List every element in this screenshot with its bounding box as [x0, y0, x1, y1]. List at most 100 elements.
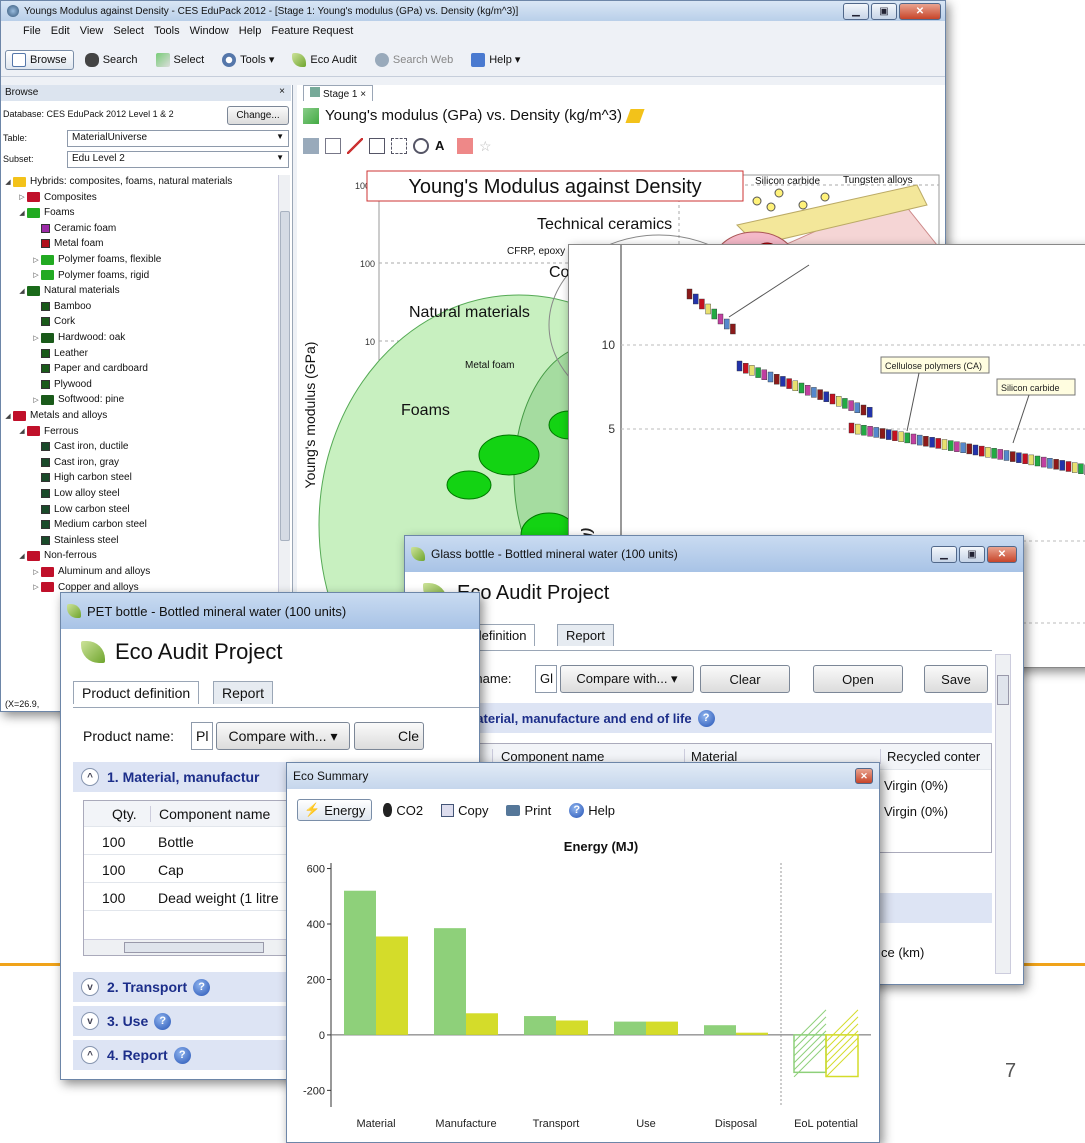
- component-name-cell[interactable]: Bottle: [150, 834, 194, 850]
- eco-audit-button[interactable]: Eco Audit: [285, 50, 363, 70]
- collapsed-arrow-icon[interactable]: ▷: [31, 568, 41, 576]
- expand-icon[interactable]: v: [81, 1012, 99, 1030]
- help-icon[interactable]: ?: [697, 709, 715, 727]
- collapsed-arrow-icon[interactable]: ▷: [31, 271, 41, 279]
- zoom-icon[interactable]: [413, 138, 429, 154]
- collapsed-arrow-icon[interactable]: ▷: [17, 193, 27, 201]
- search-button[interactable]: Search: [78, 50, 145, 70]
- co2-button[interactable]: CO2: [376, 800, 430, 821]
- tree-item[interactable]: Plywood: [3, 378, 92, 391]
- open-button[interactable]: Open: [813, 665, 903, 693]
- tree-item[interactable]: Low alloy steel: [3, 487, 120, 500]
- product-name-input[interactable]: Gl: [535, 665, 557, 693]
- tree-item[interactable]: Cork: [3, 315, 75, 328]
- search-web-button[interactable]: Search Web: [368, 50, 460, 70]
- qty-cell[interactable]: 100: [84, 834, 150, 850]
- clear-button[interactable]: Clear: [700, 665, 790, 693]
- expanded-arrow-icon[interactable]: ◢: [17, 209, 27, 217]
- expanded-arrow-icon[interactable]: ◢: [17, 287, 27, 295]
- pet-compare-with-dropdown[interactable]: Compare with... ▾: [216, 722, 350, 750]
- tree-item[interactable]: ▷ Polymer foams, rigid: [3, 269, 149, 282]
- collapsed-arrow-icon[interactable]: ▷: [31, 334, 41, 342]
- compare-with-dropdown[interactable]: Compare with... ▾: [560, 665, 694, 693]
- chart-settings-icon[interactable]: [303, 138, 319, 154]
- tree-item[interactable]: ▷ Composites: [3, 191, 97, 204]
- table-select[interactable]: MaterialUniverse ▼: [67, 130, 289, 147]
- browse-button[interactable]: Browse: [5, 49, 74, 70]
- tree-item[interactable]: ◢ Foams: [3, 206, 74, 219]
- expanded-arrow-icon[interactable]: ◢: [3, 412, 13, 420]
- menu-view[interactable]: View: [80, 25, 104, 37]
- select-button[interactable]: Select: [149, 50, 212, 70]
- tree-item[interactable]: ◢ Metals and alloys: [3, 409, 107, 422]
- tab-stage-1[interactable]: Stage 1 ×: [303, 85, 374, 101]
- minimize-button[interactable]: ▁: [843, 2, 869, 20]
- tree-scroll-thumb[interactable]: [280, 211, 290, 541]
- collapse-icon[interactable]: ^: [81, 1046, 99, 1064]
- expanded-arrow-icon[interactable]: ◢: [3, 178, 13, 186]
- line-tool-icon[interactable]: [347, 138, 363, 154]
- tree-item[interactable]: High carbon steel: [3, 471, 132, 484]
- qty-cell[interactable]: 100: [84, 862, 150, 878]
- tree-item[interactable]: Ceramic foam: [3, 222, 116, 235]
- tree-item[interactable]: ◢ Non-ferrous: [3, 549, 97, 562]
- print-button[interactable]: Print: [499, 800, 558, 821]
- subset-select[interactable]: Edu Level 2 ▼: [67, 151, 289, 168]
- highlight-icon[interactable]: [457, 138, 473, 154]
- collapsed-arrow-icon[interactable]: ▷: [31, 396, 41, 404]
- component-name-cell[interactable]: Dead weight (1 litre: [150, 890, 279, 906]
- help-icon[interactable]: ?: [154, 1012, 172, 1030]
- collapse-icon[interactable]: ^: [81, 768, 99, 786]
- glass-scroll-thumb[interactable]: [997, 675, 1009, 705]
- tools-button[interactable]: Tools ▾: [215, 50, 281, 70]
- close-button[interactable]: ✕: [899, 2, 941, 20]
- menu-select[interactable]: Select: [113, 25, 144, 37]
- pet-hscroll-thumb[interactable]: [124, 942, 264, 953]
- tree-item[interactable]: ▷ Aluminum and alloys: [3, 565, 150, 578]
- glass-close-button[interactable]: ✕: [987, 545, 1017, 563]
- tree-item[interactable]: Leather: [3, 347, 88, 360]
- menu-edit[interactable]: Edit: [51, 25, 70, 37]
- tree-item[interactable]: Bamboo: [3, 300, 91, 313]
- envelope-tool-icon[interactable]: [369, 138, 385, 154]
- component-name-cell[interactable]: Cap: [150, 862, 184, 878]
- change-database-button[interactable]: Change...: [227, 106, 289, 125]
- pencil-icon[interactable]: [625, 108, 645, 123]
- tree-item[interactable]: ▷ Hardwood: oak: [3, 331, 125, 344]
- copy-button[interactable]: Copy: [434, 800, 495, 821]
- tree-item[interactable]: Stainless steel: [3, 534, 118, 547]
- tree-item[interactable]: Cast iron, ductile: [3, 440, 128, 453]
- menu-feature-request[interactable]: Feature Request: [271, 25, 353, 37]
- energy-button[interactable]: ⚡ Energy: [297, 799, 373, 821]
- help-icon[interactable]: ?: [173, 1046, 191, 1064]
- star-icon[interactable]: ☆: [479, 138, 495, 154]
- tree-item[interactable]: Cast iron, gray: [3, 456, 119, 469]
- eco-help-button[interactable]: ? Help: [562, 800, 622, 821]
- tree-item[interactable]: ▷ Softwood: pine: [3, 393, 124, 406]
- glass-minimize-button[interactable]: ▁: [931, 545, 957, 563]
- pet-tab-product-definition[interactable]: Product definition: [73, 681, 200, 704]
- box-select-icon[interactable]: [391, 138, 407, 154]
- glass-vscrollbar[interactable]: [995, 654, 1011, 974]
- pet-clear-button[interactable]: Cle: [354, 722, 424, 750]
- tree-item[interactable]: Low carbon steel: [3, 503, 130, 516]
- menu-window[interactable]: Window: [190, 25, 229, 37]
- recycled-cell[interactable]: Virgin (0%): [884, 804, 948, 819]
- help-menu-button[interactable]: Help ▾: [464, 50, 527, 70]
- help-icon[interactable]: ?: [193, 978, 211, 996]
- collapsed-arrow-icon[interactable]: ▷: [31, 583, 41, 591]
- glass-tab-report[interactable]: Report: [557, 624, 615, 646]
- tree-item[interactable]: Paper and cardboard: [3, 362, 148, 375]
- expanded-arrow-icon[interactable]: ◢: [17, 552, 27, 560]
- eco-summary-close-button[interactable]: ✕: [855, 768, 873, 784]
- tree-item[interactable]: ◢ Natural materials: [3, 284, 119, 297]
- expand-icon[interactable]: v: [81, 978, 99, 996]
- qty-cell[interactable]: 100: [84, 890, 150, 906]
- save-button[interactable]: Save: [924, 665, 988, 693]
- tree-item[interactable]: Medium carbon steel: [3, 518, 147, 531]
- maximize-button[interactable]: ▣: [871, 2, 897, 20]
- pet-product-name-input[interactable]: Pl: [191, 722, 213, 750]
- menu-tools[interactable]: Tools: [154, 25, 180, 37]
- pointer-icon[interactable]: [325, 138, 341, 154]
- glass-maximize-button[interactable]: ▣: [959, 545, 985, 563]
